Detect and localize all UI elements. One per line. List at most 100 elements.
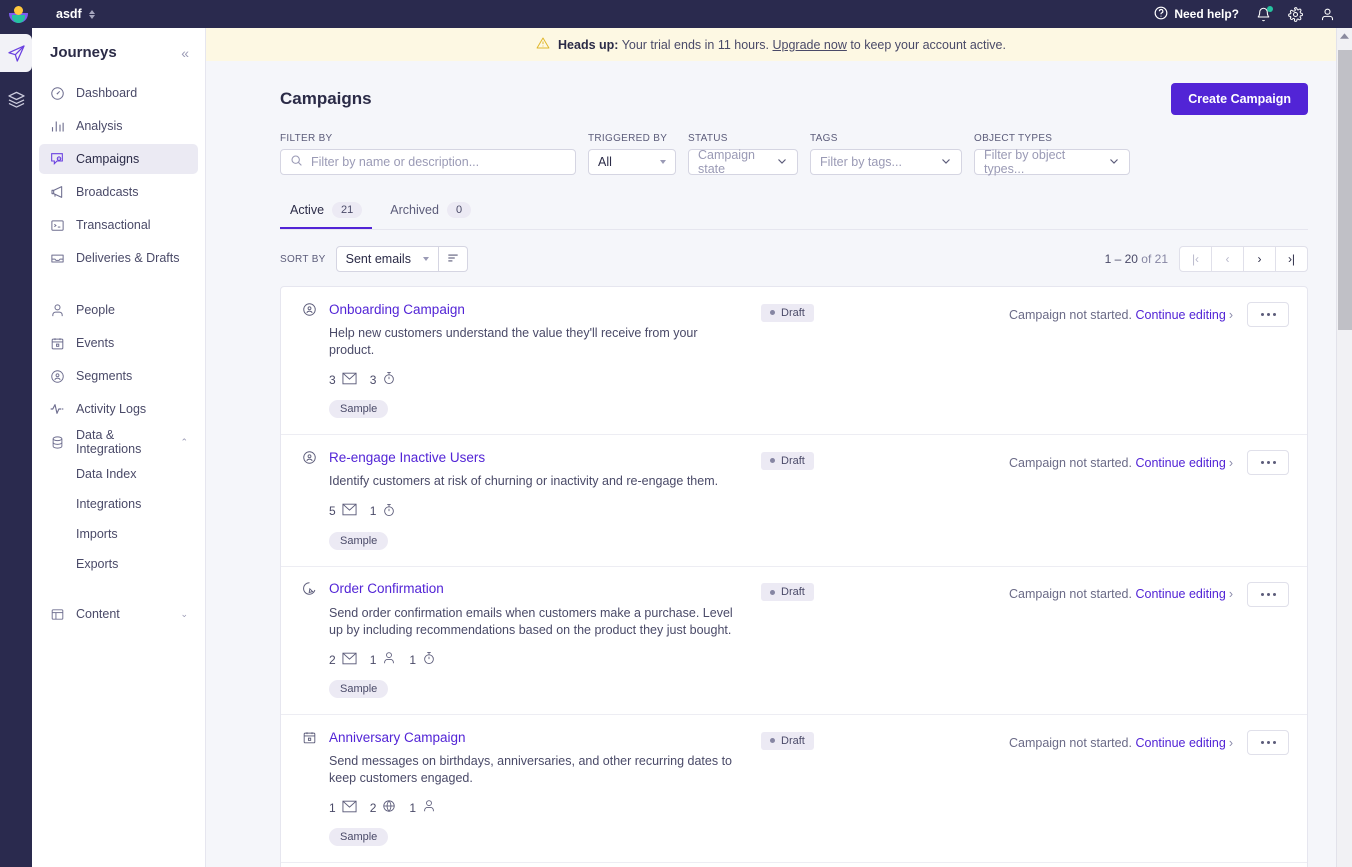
row-menu-button[interactable] (1247, 581, 1289, 607)
notification-bell-icon[interactable] (1256, 5, 1273, 22)
calendar-trigger-icon (301, 729, 317, 745)
table-row[interactable]: Order Confirmation Send order confirmati… (281, 565, 1307, 714)
gear-icon[interactable] (1288, 6, 1303, 22)
row-menu-button[interactable] (1247, 302, 1289, 327)
tag-badge[interactable]: Sample (329, 680, 389, 699)
create-campaign-button[interactable]: Create Campaign (1171, 83, 1308, 115)
object-types-select[interactable]: Filter by object types... (974, 148, 1130, 176)
campaign-tags: Sample (329, 400, 761, 419)
megaphone-icon (49, 184, 65, 200)
last-page-button[interactable]: ›| (1275, 246, 1308, 272)
tags-select[interactable]: Filter by tags... (810, 149, 962, 175)
sort-by-value: Sent emails (345, 252, 411, 266)
vertical-scrollbar[interactable] (1336, 28, 1352, 867)
search-input-wrapper[interactable] (280, 149, 576, 175)
sidebar-subitem-imports[interactable]: Imports (39, 520, 198, 548)
sidebar-item-people[interactable]: People (39, 295, 198, 325)
campaign-title-link[interactable]: Order Confirmation (329, 581, 444, 596)
workspace-name: asdf (56, 7, 82, 21)
stat-count: 2 (369, 800, 377, 815)
scroll-up-arrow-icon[interactable] (1337, 28, 1352, 45)
email-icon (342, 503, 357, 519)
prev-page-button[interactable]: ‹ (1211, 246, 1244, 272)
campaign-info: Anniversary Campaign Send messages on bi… (301, 729, 761, 847)
logo-icon (8, 5, 28, 23)
data-rail-icon[interactable] (0, 80, 32, 118)
status-label: Draft (781, 454, 805, 467)
pagination-total: of 21 (1141, 252, 1168, 266)
sidebar-divider (32, 276, 205, 292)
sidebar-subitem-integrations[interactable]: Integrations (39, 490, 198, 518)
sidebar: Journeys « Dashboard Analysis Campaigns … (32, 28, 206, 867)
stat-item: 2 (329, 652, 357, 668)
first-page-button[interactable]: |‹ (1179, 246, 1212, 272)
journeys-rail-icon[interactable] (0, 34, 32, 72)
brand-logo[interactable] (0, 5, 36, 23)
continue-editing-link[interactable]: Continue editing › (1135, 308, 1233, 322)
tab-active[interactable]: Active 21 (280, 197, 373, 229)
banner-body: Your trial ends in 11 hours. (618, 37, 773, 52)
campaign-title-link[interactable]: Onboarding Campaign (329, 302, 465, 317)
campaign-description: Help new customers understand the value … (329, 326, 698, 357)
chevron-down-icon (776, 155, 788, 170)
continue-editing-link[interactable]: Continue editing › (1135, 456, 1233, 470)
stat-count: 3 (329, 372, 336, 387)
sidebar-item-broadcasts[interactable]: Broadcasts (39, 177, 198, 207)
campaign-description: Send messages on birthdays, anniversarie… (329, 754, 733, 785)
table-row[interactable]: Post-Purchase Email Campaigns example 1 (281, 862, 1307, 867)
sidebar-subitem-exports[interactable]: Exports (39, 550, 198, 578)
sidebar-item-segments[interactable]: Segments (39, 361, 198, 391)
collapse-sidebar-button[interactable]: « (181, 46, 189, 60)
sidebar-item-dashboard[interactable]: Dashboard (39, 78, 198, 108)
workspace-switcher[interactable]: asdf (56, 7, 95, 21)
sidebar-item-deliveries-drafts[interactable]: Deliveries & Drafts (39, 243, 198, 273)
sort-by-select[interactable]: Sent emails (335, 246, 439, 272)
campaign-title-link[interactable]: Re-engage Inactive Users (329, 450, 485, 465)
person-icon (422, 799, 436, 816)
next-page-button[interactable]: › (1243, 246, 1276, 272)
table-row[interactable]: Anniversary Campaign Send messages on bi… (281, 714, 1307, 862)
search-input[interactable] (311, 155, 566, 169)
sidebar-item-activity-logs[interactable]: Activity Logs (39, 394, 198, 424)
content-table-icon (49, 606, 65, 622)
action-status-text: Campaign not started. (1008, 735, 1132, 750)
upgrade-now-link[interactable]: Upgrade now (773, 38, 847, 52)
sidebar-item-events[interactable]: Events (39, 328, 198, 358)
campaign-title-link[interactable]: Anniversary Campaign (329, 730, 466, 745)
status-label: Draft (781, 734, 805, 747)
triggered-by-select[interactable]: All (588, 149, 676, 175)
status-select[interactable]: Campaign state (688, 148, 798, 176)
sidebar-item-content[interactable]: Content ⌄ (39, 599, 198, 629)
tag-badge[interactable]: Sample (329, 400, 389, 419)
campaign-stats: 2 1 1 (329, 651, 761, 668)
user-account-icon[interactable] (1320, 7, 1335, 22)
sidebar-item-label: Segments (76, 369, 133, 383)
status-label: STATUS (688, 133, 728, 144)
table-row[interactable]: Onboarding Campaign Help new customers u… (281, 287, 1307, 434)
sidebar-item-transactional[interactable]: Transactional (39, 210, 198, 240)
top-bar: asdf Need help? (0, 0, 1352, 28)
sidebar-item-analysis[interactable]: Analysis (39, 111, 198, 141)
continue-editing-link[interactable]: Continue editing › (1135, 736, 1233, 750)
status-label: Draft (781, 586, 805, 599)
inbox-icon (49, 250, 65, 266)
stat-count: 1 (409, 800, 417, 815)
person-icon (49, 302, 65, 318)
scrollbar-thumb[interactable] (1338, 50, 1352, 330)
need-help-button[interactable]: Need help? (1154, 6, 1239, 23)
tab-archived[interactable]: Archived 0 (380, 197, 481, 229)
continue-editing-label: Continue editing (1135, 307, 1226, 322)
table-row[interactable]: Re-engage Inactive Users Identify custom… (281, 434, 1307, 566)
tag-badge[interactable]: Sample (329, 531, 389, 550)
sort-direction-button[interactable] (438, 246, 468, 272)
sort-descending-icon (446, 251, 460, 268)
tag-badge[interactable]: Sample (329, 828, 389, 847)
sidebar-item-campaigns[interactable]: Campaigns (39, 144, 198, 174)
row-menu-button[interactable] (1247, 730, 1289, 756)
sidebar-subitem-data-index[interactable]: Data Index (39, 460, 198, 488)
campaign-stats: 1 2 1 (329, 799, 761, 816)
row-menu-button[interactable] (1247, 450, 1289, 476)
status-badge: Draft (761, 303, 814, 322)
continue-editing-link[interactable]: Continue editing › (1135, 587, 1233, 601)
sidebar-item-data-integrations[interactable]: Data & Integrations ⌃ (39, 427, 198, 457)
